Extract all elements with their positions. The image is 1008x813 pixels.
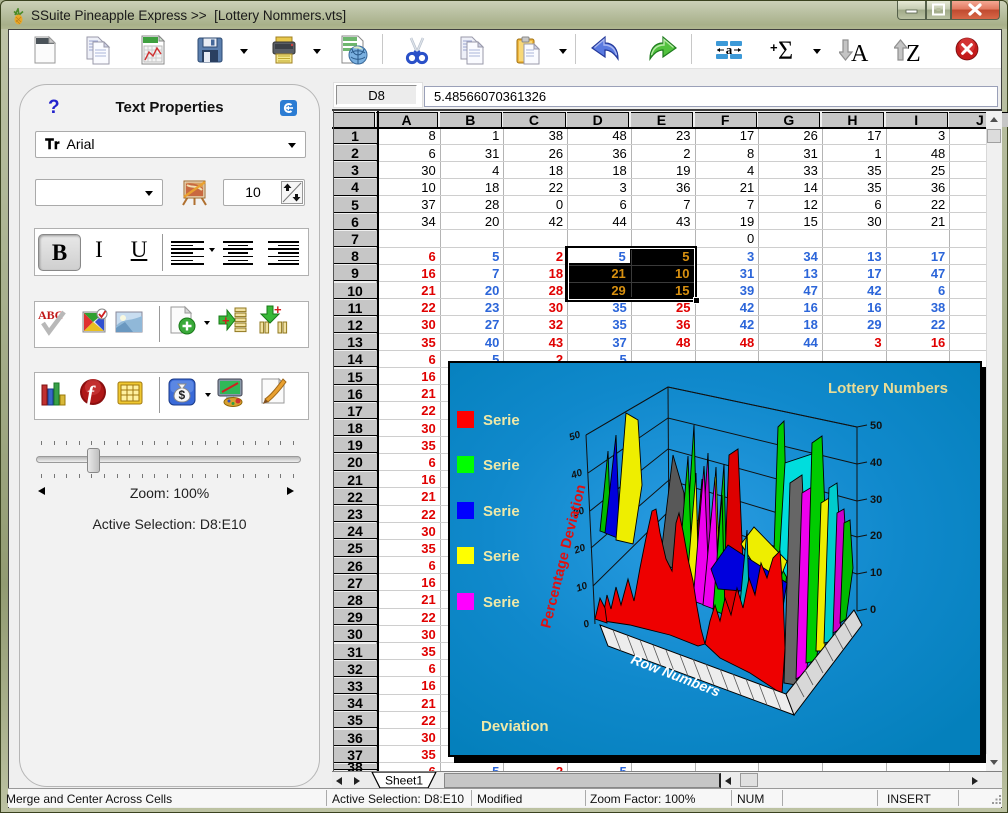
svg-text:50: 50 [870, 420, 882, 432]
svg-text:Serie: Serie [483, 457, 520, 474]
svg-text:Z: Z [906, 41, 921, 66]
svg-text:Lottery Numbers: Lottery Numbers [828, 380, 948, 397]
svg-text:+: + [222, 313, 230, 328]
svg-text:A: A [851, 41, 869, 66]
svg-text:+: + [274, 304, 282, 317]
svg-text:$: $ [179, 388, 186, 402]
svg-text:Sheet1: Sheet1 [385, 774, 423, 788]
svg-text:Serie: Serie [483, 412, 520, 429]
svg-text:+: + [770, 40, 778, 55]
svg-text:Serie: Serie [483, 503, 520, 520]
svg-text:10: 10 [870, 567, 882, 579]
svg-text:40: 40 [870, 457, 882, 469]
svg-text:Serie: Serie [483, 548, 520, 565]
svg-text:30: 30 [870, 494, 882, 506]
svg-text:20: 20 [870, 530, 882, 542]
svg-text:a: a [726, 42, 733, 57]
svg-text:Deviation: Deviation [481, 718, 549, 735]
svg-text:Serie: Serie [483, 594, 520, 611]
svg-text:0: 0 [870, 604, 876, 616]
svg-text:Σ: Σ [778, 36, 793, 65]
